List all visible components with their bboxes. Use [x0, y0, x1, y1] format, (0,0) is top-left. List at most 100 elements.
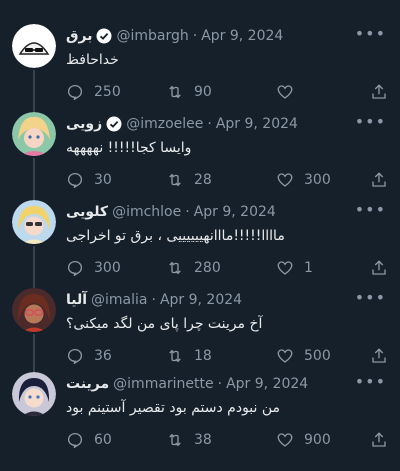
share-icon [370, 171, 388, 189]
retweet-icon [166, 347, 184, 365]
tweet[interactable]: زویی @imzoelee · Apr 9, 2024 ••• وایسا ک… [0, 112, 400, 200]
heart-icon [276, 347, 294, 365]
display-name[interactable]: مرینت [66, 376, 109, 392]
timestamp[interactable]: Apr 9, 2024 [216, 116, 298, 132]
retweet-count: 280 [194, 260, 221, 276]
avatar[interactable] [12, 112, 56, 156]
handle[interactable]: @immarinette [113, 376, 213, 392]
heart-icon [276, 259, 294, 277]
handle[interactable]: @imbargh [116, 28, 188, 44]
separator-dot: · [151, 292, 156, 308]
thread-line [33, 334, 35, 376]
timestamp[interactable]: Apr 9, 2024 [160, 292, 242, 308]
like-count: 500 [304, 348, 331, 364]
avatar[interactable] [12, 372, 56, 416]
more-icon[interactable]: ••• [355, 26, 386, 42]
tweet-text: من نبودم دستم بود تقصیر آستینم بود [66, 400, 281, 416]
heart-icon [276, 83, 294, 101]
action-bar: 250 90 [66, 82, 386, 102]
separator-dot: · [207, 116, 212, 132]
share-icon [370, 347, 388, 365]
handle[interactable]: @imchloe [112, 204, 181, 220]
share-button[interactable] [370, 430, 388, 450]
reply-button[interactable]: 250 [66, 82, 121, 102]
separator-dot: · [185, 204, 190, 220]
more-icon[interactable]: ••• [355, 290, 386, 306]
reply-count: 30 [94, 172, 112, 188]
like-button[interactable]: 1 [276, 258, 313, 278]
retweet-icon [166, 431, 184, 449]
retweet-count: 28 [194, 172, 212, 188]
retweet-button[interactable]: 18 [166, 346, 212, 366]
retweet-button[interactable]: 90 [166, 82, 212, 102]
tweet-text: آخ مرینت چرا پای من لگد میکنی؟ [66, 316, 263, 332]
tweet-header: برق @imbargh · Apr 9, 2024 [66, 26, 283, 46]
tweet-header: زویی @imzoelee · Apr 9, 2024 [66, 114, 298, 134]
display-name[interactable]: کلویی [66, 204, 108, 220]
action-bar: 30 28 300 [66, 170, 386, 190]
display-name[interactable]: برق [66, 28, 92, 44]
action-bar: 300 280 1 [66, 258, 386, 278]
action-bar: 36 18 500 [66, 346, 386, 366]
tweet-text: ماااا!!!!!مااانهییییییی ، برق تو اخراجی [66, 228, 285, 244]
reply-icon [66, 259, 84, 277]
retweet-icon [166, 171, 184, 189]
share-button[interactable] [370, 170, 388, 190]
like-count: 300 [304, 172, 331, 188]
tweet-header: مرینت @immarinette · Apr 9, 2024 [66, 374, 308, 394]
timestamp[interactable]: Apr 9, 2024 [226, 376, 308, 392]
share-icon [370, 83, 388, 101]
display-name[interactable]: زویی [66, 116, 102, 132]
retweet-count: 90 [194, 84, 212, 100]
action-bar: 60 38 900 [66, 430, 386, 450]
handle[interactable]: @imalia [91, 292, 147, 308]
more-icon[interactable]: ••• [355, 202, 386, 218]
display-name[interactable]: آلیا [66, 292, 87, 308]
avatar[interactable] [12, 200, 56, 244]
reply-count: 60 [94, 432, 112, 448]
reply-count: 300 [94, 260, 121, 276]
avatar[interactable] [12, 24, 56, 68]
retweet-icon [166, 259, 184, 277]
like-button[interactable] [276, 82, 304, 102]
reply-button[interactable]: 300 [66, 258, 121, 278]
tweet-header: کلویی @imchloe · Apr 9, 2024 [66, 202, 276, 222]
tweet-thread: برق @imbargh · Apr 9, 2024 ••• خداحافظ 2… [0, 0, 400, 471]
retweet-button[interactable]: 38 [166, 430, 212, 450]
avatar[interactable] [12, 288, 56, 332]
retweet-button[interactable]: 280 [166, 258, 221, 278]
retweet-count: 38 [194, 432, 212, 448]
tweet[interactable]: برق @imbargh · Apr 9, 2024 ••• خداحافظ 2… [0, 24, 400, 122]
like-button[interactable]: 900 [276, 430, 331, 450]
reply-button[interactable]: 36 [66, 346, 112, 366]
retweet-button[interactable]: 28 [166, 170, 212, 190]
separator-dot: · [217, 376, 223, 392]
timestamp[interactable]: Apr 9, 2024 [201, 28, 283, 44]
tweet-text: خداحافظ [66, 52, 119, 68]
tweet[interactable]: مرینت @immarinette · Apr 9, 2024 ••• من … [0, 372, 400, 456]
reply-button[interactable]: 60 [66, 430, 112, 450]
tweet[interactable]: آلیا @imalia · Apr 9, 2024 ••• آخ مرینت … [0, 288, 400, 376]
more-icon[interactable]: ••• [355, 114, 386, 130]
like-button[interactable]: 300 [276, 170, 331, 190]
reply-icon [66, 83, 84, 101]
reply-button[interactable]: 30 [66, 170, 112, 190]
share-icon [370, 259, 388, 277]
like-button[interactable]: 500 [276, 346, 331, 366]
reply-icon [66, 431, 84, 449]
share-button[interactable] [370, 346, 388, 366]
verified-badge-icon [96, 28, 112, 44]
timestamp[interactable]: Apr 9, 2024 [194, 204, 276, 220]
handle[interactable]: @imzoelee [126, 116, 203, 132]
heart-icon [276, 171, 294, 189]
share-button[interactable] [370, 258, 388, 278]
tweet-header: آلیا @imalia · Apr 9, 2024 [66, 290, 242, 310]
tweet[interactable]: کلویی @imchloe · Apr 9, 2024 ••• ماااا!!… [0, 200, 400, 288]
reply-icon [66, 171, 84, 189]
reply-icon [66, 347, 84, 365]
more-icon[interactable]: ••• [355, 374, 386, 390]
retweet-count: 18 [194, 348, 212, 364]
reply-count: 36 [94, 348, 112, 364]
reply-count: 250 [94, 84, 121, 100]
share-button[interactable] [370, 82, 388, 102]
